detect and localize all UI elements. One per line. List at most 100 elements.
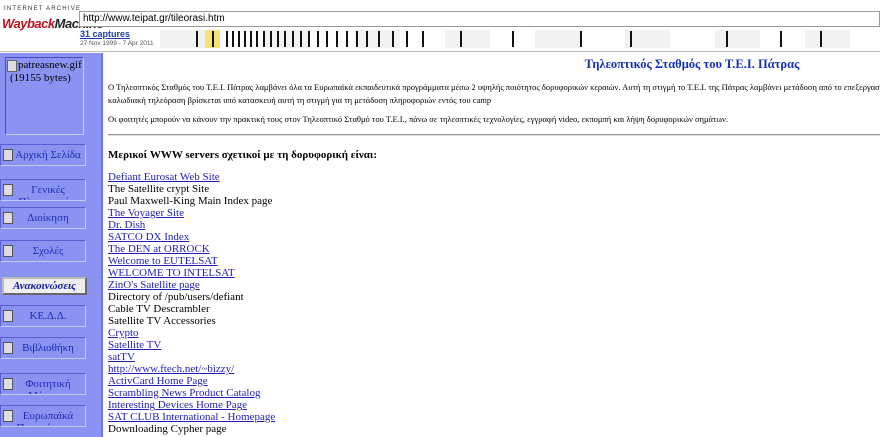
timeline-year[interactable]	[160, 30, 205, 48]
broken-image-icon	[3, 149, 13, 161]
capture-tick[interactable]	[292, 31, 294, 47]
satellite-link[interactable]: ActivCard Home Page	[108, 375, 208, 387]
nav-item-schools[interactable]: Σχολές	[0, 240, 86, 262]
capture-tick[interactable]	[317, 31, 319, 47]
capture-tick[interactable]	[336, 31, 338, 47]
capture-tick[interactable]	[780, 31, 782, 47]
capture-tick[interactable]	[300, 31, 302, 47]
broken-image-icon	[3, 342, 13, 354]
capture-timeline[interactable]	[160, 30, 880, 48]
satellite-link[interactable]: ZinO's Satellite page	[108, 279, 200, 291]
satellite-link[interactable]: SATCO DX Index	[108, 231, 189, 243]
list-item: http://www.ftech.net/~bizzy/	[108, 363, 275, 375]
nav-item-student-care[interactable]: Φοιτητική Μέριμνα	[0, 373, 86, 395]
list-item: Dr. Dish	[108, 219, 275, 231]
nav-item-label: Βιβλιοθήκη	[22, 342, 74, 354]
list-item: Satellite TV Accessories	[108, 315, 275, 327]
nav-item-label: Φοιτητική Μέριμνα	[25, 378, 71, 394]
capture-tick[interactable]	[196, 31, 198, 47]
list-item: WELCOME TO INTELSAT	[108, 267, 275, 279]
broken-image-icon	[3, 410, 13, 422]
capture-tick[interactable]	[406, 31, 408, 47]
satellite-link[interactable]: Defiant Eurosat Web Site	[108, 171, 220, 183]
satellite-link[interactable]: Dr. Dish	[108, 219, 145, 231]
nav-item-kedd[interactable]: ΚΕ.Δ.Δ.	[0, 305, 86, 327]
satellite-link[interactable]: SAT CLUB International - Homepage	[108, 411, 275, 423]
capture-tick[interactable]	[212, 31, 214, 47]
capture-tick[interactable]	[460, 31, 462, 47]
nav-item-european-programs[interactable]: Ευρωπαϊκά Προγράμματα	[0, 405, 86, 427]
intro-paragraph: Ο Τηλεοπτικός Σταθμός του Τ.Ε.Ι. Πάτρας …	[108, 82, 880, 105]
capture-tick[interactable]	[820, 31, 822, 47]
satellite-link[interactable]: Crypto	[108, 327, 139, 339]
list-item: Cable TV Descrambler	[108, 303, 275, 315]
capture-tick[interactable]	[346, 31, 348, 47]
satellite-link[interactable]: Scrambling News Product Catalog	[108, 387, 260, 399]
nav-item-label: Γενικές Πληροφορίες	[18, 184, 77, 200]
capture-tick[interactable]	[232, 31, 234, 47]
internet-archive-label: INTERNET ARCHIVE	[4, 6, 82, 12]
capture-tick[interactable]	[270, 31, 272, 47]
broken-image-icon	[3, 378, 13, 390]
capture-tick[interactable]	[392, 31, 394, 47]
capture-date-range: 27 Nov 1999 - 7 Apr 2011	[80, 40, 154, 47]
horizontal-rule	[108, 134, 880, 136]
timeline-year[interactable]	[445, 30, 490, 48]
capture-tick[interactable]	[326, 31, 328, 47]
list-item: The DEN at ORROCK	[108, 243, 275, 255]
list-item: SATCO DX Index	[108, 231, 275, 243]
capture-tick[interactable]	[580, 31, 582, 47]
list-item: Crypto	[108, 327, 275, 339]
timeline-year[interactable]	[715, 30, 760, 48]
students-paragraph: Οι φοιτητές μπορούν να κάνουν την πρακτι…	[108, 114, 728, 124]
satellite-link[interactable]: WELCOME TO INTELSAT	[108, 267, 235, 279]
capture-tick[interactable]	[308, 31, 310, 47]
list-item: Satellite TV	[108, 339, 275, 351]
wayback-url-input[interactable]: http://www.teipat.gr/tileorasi.htm	[79, 11, 880, 27]
capture-tick[interactable]	[512, 31, 514, 47]
satellite-link[interactable]: Satellite TV	[108, 339, 161, 351]
capture-tick[interactable]	[250, 31, 252, 47]
nav-item-home[interactable]: Αρχική Σελίδα	[0, 144, 86, 166]
satellite-link[interactable]: The DEN at ORROCK	[108, 243, 210, 255]
capture-tick[interactable]	[263, 31, 265, 47]
list-text: Cable TV Descrambler	[108, 303, 210, 315]
capture-tick[interactable]	[277, 31, 279, 47]
list-item: ZinO's Satellite page	[108, 279, 275, 291]
list-item: Scrambling News Product Catalog	[108, 387, 275, 399]
capture-tick[interactable]	[244, 31, 246, 47]
capture-tick[interactable]	[238, 31, 240, 47]
list-item: Downloading Cypher page	[108, 423, 275, 435]
timeline-year[interactable]	[805, 30, 850, 48]
capture-tick[interactable]	[226, 31, 228, 47]
nav-item-library[interactable]: Βιβλιοθήκη	[0, 337, 86, 359]
list-item: Paul Maxwell-King Main Index page	[108, 195, 275, 207]
nav-item-announcements[interactable]: Ανακοινώσεις	[2, 277, 87, 295]
left-nav: patreasnew.gif (19155 bytes) Αρχική Σελί…	[0, 53, 103, 437]
satellite-link[interactable]: The Voyager Site	[108, 207, 184, 219]
nav-item-general-info[interactable]: Γενικές Πληροφορίες	[0, 179, 86, 201]
broken-image-icon	[3, 245, 13, 257]
timeline-year[interactable]	[535, 30, 580, 48]
capture-tick[interactable]	[356, 31, 358, 47]
list-text: Directory of /pub/users/defiant	[108, 291, 244, 303]
list-item: Interesting Devices Home Page	[108, 399, 275, 411]
list-item: satTV	[108, 351, 275, 363]
satellite-link[interactable]: Welcome to EUTELSAT	[108, 255, 218, 267]
nav-item-administration[interactable]: Διοίκηση	[0, 207, 86, 229]
capture-tick[interactable]	[378, 31, 380, 47]
list-text: Satellite TV Accessories	[108, 315, 216, 327]
capture-tick[interactable]	[284, 31, 286, 47]
satellite-link[interactable]: http://www.ftech.net/~bizzy/	[108, 363, 234, 375]
satellite-link[interactable]: Interesting Devices Home Page	[108, 399, 247, 411]
capture-tick[interactable]	[630, 31, 632, 47]
captures-link[interactable]: 31 captures	[80, 29, 130, 39]
capture-tick[interactable]	[726, 31, 728, 47]
capture-tick[interactable]	[256, 31, 258, 47]
broken-image-icon	[3, 184, 13, 196]
capture-tick[interactable]	[422, 31, 424, 47]
page-title: Τηλεοπτικός Σταθμός του Τ.Ε.Ι. Πάτρας	[584, 57, 800, 71]
wayback-logo[interactable]: INTERNET ARCHIVE WaybackMachine	[2, 6, 104, 48]
capture-tick[interactable]	[366, 31, 368, 47]
satellite-link[interactable]: satTV	[108, 351, 135, 363]
